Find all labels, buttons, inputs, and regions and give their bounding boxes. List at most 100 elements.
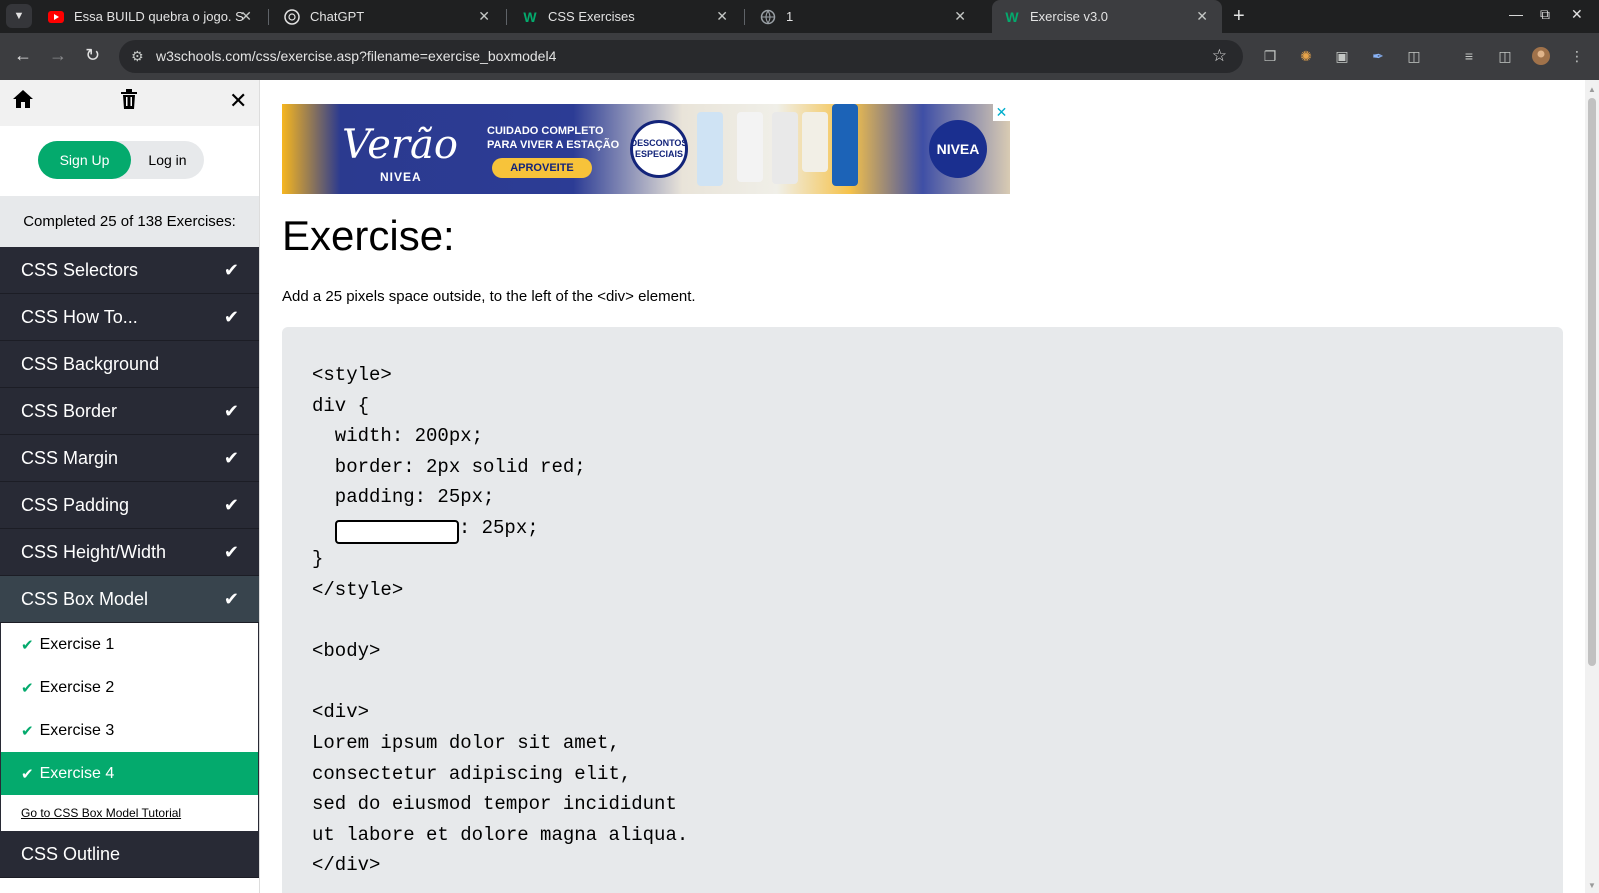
exercise-label: Exercise 1 <box>39 635 115 653</box>
back-arrow-icon[interactable]: ← <box>14 45 32 66</box>
browser-tab-bar: ▼ Essa BUILD quebra o jogo. S ✕ ChatGPT … <box>0 0 1599 33</box>
extensions-puzzle-icon[interactable]: ◫ <box>1405 47 1423 65</box>
checkmark-icon: ✔ <box>223 448 239 468</box>
exercise-item-4-active[interactable]: ✔ Exercise 4 <box>0 752 259 795</box>
code-line: ut labore et dolore magna aliqua. <box>312 823 689 846</box>
chevron-down-icon: ▼ <box>13 10 25 22</box>
ad-discount-badge: DESCONTOS ESPECIAIS <box>630 120 688 178</box>
close-icon[interactable]: ✕ <box>954 8 966 25</box>
progress-text: Completed 25 of 138 Exercises: <box>0 196 259 247</box>
ad-badge-line1: DESCONTOS <box>630 138 688 148</box>
tab-css-exercises[interactable]: W CSS Exercises ✕ <box>510 0 742 33</box>
profile-avatar[interactable] <box>1532 47 1550 65</box>
ad-product-image <box>737 112 763 182</box>
code-line: border: 2px solid red; <box>312 455 586 478</box>
exercise-item-1[interactable]: ✔ Exercise 1 <box>0 623 259 666</box>
sign-up-button[interactable]: Sign Up <box>38 141 131 179</box>
url-text[interactable]: w3schools.com/css/exercise.asp?filename=… <box>156 48 556 64</box>
category-css-background[interactable]: CSS Background <box>0 341 259 388</box>
tab-exercise-active[interactable]: W Exercise v3.0 ✕ <box>992 0 1222 33</box>
close-sidebar-icon[interactable]: ✕ <box>229 88 247 114</box>
browser-menu-icon[interactable]: ⋮ <box>1568 47 1586 65</box>
close-icon[interactable]: ✕ <box>716 8 728 25</box>
ad-cta-button[interactable]: APROVEITE <box>492 158 592 178</box>
tab-chatgpt[interactable]: ChatGPT ✕ <box>272 0 504 33</box>
tab-title: CSS Exercises <box>548 9 635 24</box>
media-queue-icon[interactable]: ≡ <box>1460 47 1478 65</box>
code-line: </style> <box>312 579 404 602</box>
scrollbar-thumb[interactable] <box>1588 98 1596 666</box>
home-icon[interactable] <box>12 89 34 115</box>
side-panel-icon[interactable]: ◫ <box>1496 47 1514 65</box>
checkmark-icon: ✔ <box>21 722 34 740</box>
globe-icon <box>760 9 776 25</box>
answer-input[interactable] <box>334 520 459 545</box>
checkmark-icon: ✔ <box>223 401 239 421</box>
code-line: <body> <box>312 640 381 663</box>
checkmark-icon: ✔ <box>223 307 239 327</box>
close-icon[interactable]: ✕ <box>1196 8 1208 25</box>
category-css-border[interactable]: CSS Border ✔ <box>0 388 259 435</box>
category-css-padding[interactable]: CSS Padding ✔ <box>0 482 259 529</box>
trash-icon[interactable] <box>120 89 138 115</box>
tab-title: Essa BUILD quebra o jogo. S <box>74 9 244 24</box>
tab-youtube[interactable]: Essa BUILD quebra o jogo. S ✕ <box>36 0 266 33</box>
code-line: Lorem ipsum dolor sit amet, <box>312 732 620 755</box>
scroll-up-arrow-icon[interactable]: ▲ <box>1587 84 1597 94</box>
checkmark-icon: ✔ <box>223 589 239 609</box>
code-line: consectetur adipiscing elit, <box>312 762 632 785</box>
address-bar[interactable]: ⚙ w3schools.com/css/exercise.asp?filenam… <box>119 40 1243 73</box>
close-icon[interactable]: ✕ <box>240 8 252 25</box>
code-line: padding: 25px; <box>312 486 495 509</box>
tab-divider <box>744 9 745 25</box>
code-line-with-input: : 25px; <box>312 513 688 545</box>
window-close-icon[interactable]: ✕ <box>1571 6 1583 23</box>
forward-arrow-icon[interactable]: → <box>49 45 67 66</box>
code-line: <div> <box>312 701 370 724</box>
code-line: } <box>312 548 324 571</box>
category-css-how-to[interactable]: CSS How To... ✔ <box>0 294 259 341</box>
close-icon[interactable]: ✕ <box>478 8 490 25</box>
minimize-icon[interactable]: — <box>1509 6 1523 22</box>
category-css-outline[interactable]: CSS Outline <box>0 831 259 878</box>
new-tab-plus-icon[interactable]: + <box>1233 5 1245 28</box>
checkmark-icon: ✔ <box>223 542 239 562</box>
exercise-item-3[interactable]: ✔ Exercise 3 <box>0 709 259 752</box>
tab-title: Exercise v3.0 <box>1030 9 1109 24</box>
extension-pen-icon[interactable]: ✒ <box>1369 47 1387 65</box>
category-css-box-model[interactable]: CSS Box Model ✔ <box>0 576 259 623</box>
sidebar-top-bar: ✕ <box>0 80 259 126</box>
exercise-item-2[interactable]: ✔ Exercise 2 <box>0 666 259 709</box>
exercise-title: Exercise: <box>282 212 455 259</box>
tutorial-link[interactable]: Go to CSS Box Model Tutorial <box>0 795 259 831</box>
bookmark-star-icon[interactable]: ☆ <box>1212 46 1227 66</box>
ad-brand-text: Verão <box>342 122 458 168</box>
category-label: CSS Outline <box>21 843 121 864</box>
code-block: <style> div { width: 200px; border: 2px s… <box>312 360 688 881</box>
category-label: CSS Border <box>21 400 118 421</box>
ad-product-image <box>697 112 723 186</box>
nivea-ad-banner[interactable]: Verão NIVEA CUIDADO COMPLETO PARA VIVER … <box>282 104 1010 194</box>
ad-close-icon[interactable]: ✕ <box>993 104 1010 121</box>
log-in-button[interactable]: Log in <box>131 141 204 179</box>
ad-sub-brand: NIVEA <box>380 170 422 184</box>
category-label: CSS Box Model <box>21 588 149 609</box>
category-css-selectors[interactable]: CSS Selectors ✔ <box>0 247 259 294</box>
scroll-down-arrow-icon[interactable]: ▼ <box>1587 880 1597 890</box>
site-info-icon[interactable]: ⚙ <box>131 48 144 65</box>
category-label: CSS Margin <box>21 447 119 468</box>
extension-tools-icon[interactable]: ✺ <box>1297 47 1315 65</box>
tab-title: 1 <box>786 9 794 24</box>
exercise-label: Exercise 2 <box>39 678 115 696</box>
browser-toolbar: ← → ↻ ⚙ w3schools.com/css/exercise.asp?f… <box>0 33 1599 80</box>
extension-copy-icon[interactable]: ❐ <box>1261 47 1279 65</box>
auth-pill: Sign Up Log in <box>38 141 204 179</box>
restore-icon[interactable]: ⧉ <box>1540 6 1550 23</box>
reload-icon[interactable]: ↻ <box>85 45 100 66</box>
tab-search-button[interactable]: ▼ <box>6 4 32 28</box>
category-css-margin[interactable]: CSS Margin ✔ <box>0 435 259 482</box>
category-label: CSS How To... <box>21 306 138 327</box>
extension-screen-icon[interactable]: ▣ <box>1333 47 1351 65</box>
category-css-height-width[interactable]: CSS Height/Width ✔ <box>0 529 259 576</box>
tab-1[interactable]: 1 ✕ <box>748 0 980 33</box>
